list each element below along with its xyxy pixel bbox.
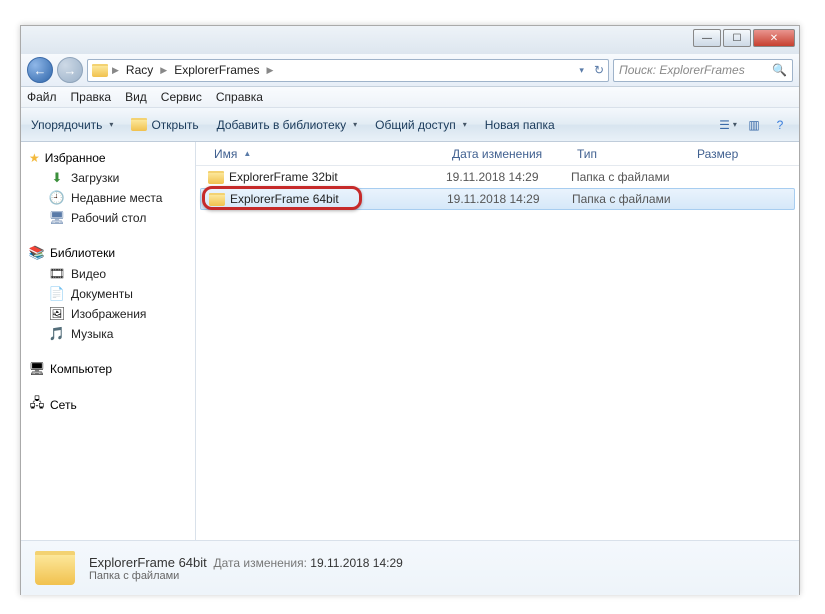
details-subtitle: Папка с файлами	[89, 570, 403, 582]
sidebar-label: Избранное	[45, 151, 106, 165]
open-label: Открыть	[151, 118, 198, 132]
details-meta-label: Дата изменения:	[213, 556, 307, 570]
details-title: ExplorerFrame 64bit	[89, 555, 207, 570]
titlebar[interactable]: — ☐ ✕	[21, 26, 799, 54]
file-name: ExplorerFrame 32bit	[229, 170, 338, 184]
window-frame: — ☐ ✕ ← → ▶ Racy ▶ ExplorerFrames ▶ ▾ ↻ …	[20, 25, 800, 595]
sidebar-network[interactable]: 🖧 Сеть	[21, 394, 195, 416]
music-icon: 🎵	[49, 326, 65, 342]
sidebar-item-label: Загрузки	[71, 171, 119, 185]
menu-tools[interactable]: Сервис	[161, 90, 202, 104]
menu-help[interactable]: Справка	[216, 90, 263, 104]
menu-bar: Файл Правка Вид Сервис Справка	[21, 87, 799, 108]
breadcrumb[interactable]: Racy	[123, 63, 156, 77]
file-type: Папка с файлами	[572, 192, 692, 206]
column-type[interactable]: Тип	[571, 147, 691, 161]
sidebar-item-label: Изображения	[71, 307, 146, 321]
folder-icon	[35, 551, 75, 585]
column-name[interactable]: Имя ▲	[208, 147, 446, 161]
toolbar: Упорядочить Открыть Добавить в библиотек…	[21, 108, 799, 142]
sidebar-item-label: Видео	[71, 267, 106, 281]
chevron-right-icon[interactable]: ▶	[112, 65, 119, 76]
refresh-icon[interactable]: ↻	[594, 63, 604, 77]
menu-view[interactable]: Вид	[125, 90, 147, 104]
add-to-library-button[interactable]: Добавить в библиотеку	[217, 118, 358, 132]
library-icon: 📚	[29, 245, 45, 261]
folder-icon	[92, 62, 108, 78]
chevron-right-icon[interactable]: ▶	[267, 65, 274, 76]
picture-icon: 🖼	[49, 306, 65, 322]
details-pane: ExplorerFrame 64bit Дата изменения: 19.1…	[21, 540, 799, 595]
open-button[interactable]: Открыть	[131, 118, 198, 132]
video-icon: 🎞	[49, 266, 65, 282]
sidebar-label: Библиотеки	[50, 246, 115, 260]
organize-button[interactable]: Упорядочить	[31, 118, 113, 132]
back-button[interactable]: ←	[27, 57, 53, 83]
sidebar-favorites[interactable]: ★ Избранное	[21, 148, 195, 168]
table-row[interactable]: ExplorerFrame 64bit 19.11.2018 14:29 Пап…	[200, 188, 795, 210]
folder-icon	[209, 193, 225, 206]
details-meta-value: 19.11.2018 14:29	[310, 556, 403, 570]
sidebar-label: Сеть	[50, 398, 77, 412]
sidebar-item-label: Документы	[71, 287, 133, 301]
maximize-button[interactable]: ☐	[723, 29, 751, 47]
address-bar[interactable]: ▶ Racy ▶ ExplorerFrames ▶ ▾ ↻	[87, 59, 609, 82]
column-size[interactable]: Размер	[691, 147, 771, 161]
chevron-right-icon[interactable]: ▶	[160, 65, 167, 76]
search-input[interactable]: Поиск: ExplorerFrames 🔍	[613, 59, 793, 82]
navigation-pane: ★ Избранное ⬇ Загрузки 🕘 Недавние места 🖥 Р…	[21, 142, 196, 540]
new-folder-button[interactable]: Новая папка	[485, 118, 555, 132]
file-name: ExplorerFrame 64bit	[230, 192, 339, 206]
search-icon[interactable]: 🔍	[772, 63, 787, 77]
help-icon[interactable]: ?	[771, 116, 789, 134]
file-body: ★ Избранное ⬇ Загрузки 🕘 Недавние места 🖥 Р…	[21, 142, 799, 540]
file-date: 19.11.2018 14:29	[446, 170, 571, 184]
forward-button[interactable]: →	[57, 57, 83, 83]
sidebar-item-desktop[interactable]: 🖥 Рабочий стол	[21, 208, 195, 228]
network-icon: 🖧	[29, 397, 45, 413]
sidebar-item-label: Музыка	[71, 327, 113, 341]
dropdown-icon[interactable]: ▾	[579, 65, 584, 76]
sidebar-item-label: Недавние места	[71, 191, 162, 205]
preview-pane-icon[interactable]: ▥	[745, 116, 763, 134]
file-type: Папка с файлами	[571, 170, 691, 184]
share-button[interactable]: Общий доступ	[375, 118, 467, 132]
column-date[interactable]: Дата изменения	[446, 147, 571, 161]
sidebar-computer[interactable]: 🖥 Компьютер	[21, 358, 195, 380]
close-button[interactable]: ✕	[753, 29, 795, 47]
file-list: Имя ▲ Дата изменения Тип Размер ExplorerF…	[196, 142, 799, 540]
minimize-button[interactable]: —	[693, 29, 721, 47]
table-row[interactable]: ExplorerFrame 32bit 19.11.2018 14:29 Пап…	[196, 166, 799, 188]
menu-file[interactable]: Файл	[27, 90, 57, 104]
sidebar-item-documents[interactable]: 📄 Документы	[21, 284, 195, 304]
sidebar-item-pictures[interactable]: 🖼 Изображения	[21, 304, 195, 324]
sidebar-item-label: Рабочий стол	[71, 211, 146, 225]
download-icon: ⬇	[49, 170, 65, 186]
sidebar-item-music[interactable]: 🎵 Музыка	[21, 324, 195, 344]
document-icon: 📄	[49, 286, 65, 302]
sidebar-item-downloads[interactable]: ⬇ Загрузки	[21, 168, 195, 188]
file-date: 19.11.2018 14:29	[447, 192, 572, 206]
star-icon: ★	[29, 151, 40, 165]
computer-icon: 🖥	[29, 361, 45, 377]
menu-edit[interactable]: Правка	[71, 90, 112, 104]
sort-asc-icon: ▲	[243, 149, 251, 158]
desktop-icon: 🖥	[49, 210, 65, 226]
search-placeholder: Поиск: ExplorerFrames	[619, 63, 745, 77]
sidebar-item-video[interactable]: 🎞 Видео	[21, 264, 195, 284]
sidebar-label: Компьютер	[50, 362, 112, 376]
folder-icon	[208, 171, 224, 184]
clock-icon: 🕘	[49, 190, 65, 206]
sidebar-libraries[interactable]: 📚 Библиотеки	[21, 242, 195, 264]
view-options-icon[interactable]: ☰	[719, 116, 737, 134]
navigation-bar: ← → ▶ Racy ▶ ExplorerFrames ▶ ▾ ↻ Поиск:…	[21, 54, 799, 87]
column-headers: Имя ▲ Дата изменения Тип Размер	[196, 142, 799, 166]
sidebar-item-recent[interactable]: 🕘 Недавние места	[21, 188, 195, 208]
column-label: Имя	[214, 147, 237, 161]
breadcrumb[interactable]: ExplorerFrames	[171, 63, 262, 77]
folder-open-icon	[131, 118, 147, 131]
